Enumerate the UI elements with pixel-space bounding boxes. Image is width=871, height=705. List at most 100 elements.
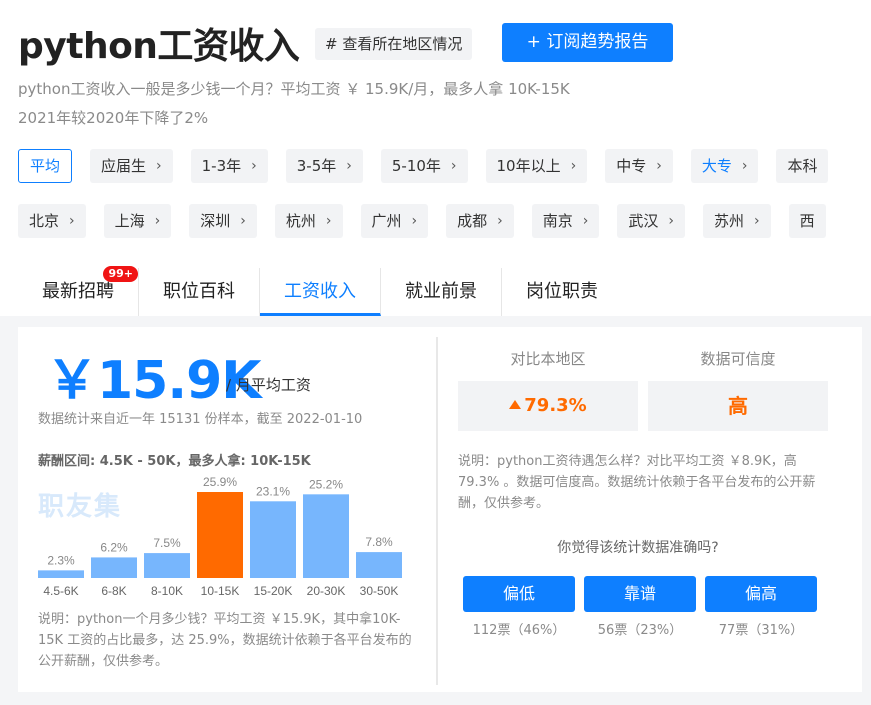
- chevron-right-icon: ›: [570, 158, 577, 174]
- city-chip-xi[interactable]: 西: [788, 204, 826, 238]
- salary-explanation: 说明：python一个月多少钱？平均工资 ￥15.9K，其中拿10K-15K 工…: [38, 612, 412, 669]
- tab-label: 最新招聘: [42, 281, 114, 302]
- city-chip-suzhou[interactable]: 苏州 ›: [703, 204, 771, 238]
- city-chip-guangzhou[interactable]: 广州 ›: [360, 204, 429, 238]
- salary-page: python工资收入 # 查看所在地区情况 + 订阅趋势报告 python工资收…: [0, 0, 871, 705]
- filter-chip-technical-school[interactable]: 中专 ›: [605, 149, 673, 183]
- reliability-value: 高: [648, 381, 828, 431]
- city-chip-chengdu[interactable]: 成都 ›: [446, 204, 514, 238]
- filter-chip-label: 3-5年: [296, 157, 337, 175]
- filter-chip-label: 中专: [616, 157, 647, 175]
- salary-unit: / 月平均工资: [226, 376, 311, 394]
- chart-category-label: 6-8K: [101, 584, 126, 598]
- chart-bar-10-15K: [197, 492, 243, 578]
- tab-label: 岗位职责: [526, 281, 598, 302]
- vote-low-button[interactable]: 偏低: [463, 576, 575, 612]
- chart-category-label: 8-10K: [151, 584, 183, 598]
- sample-note: 数据统计来自近一年 15131 份样本，截至 2022-01-10: [38, 412, 363, 427]
- filter-chip-label: 平均: [30, 157, 61, 175]
- chevron-right-icon: ›: [450, 158, 457, 174]
- compare-local-value: 79.3%: [458, 381, 638, 431]
- chevron-right-icon: ›: [325, 213, 332, 229]
- vote-low-count: 112票（46%）: [472, 623, 566, 638]
- tab-salary[interactable]: 工资收入: [260, 268, 381, 316]
- city-chip-label: 西: [799, 212, 815, 230]
- chart-bar-4.5-6K: [38, 570, 84, 578]
- chart-data-label: 2.3%: [47, 553, 75, 567]
- salary-distribution-chart: 2.3% 4.5-6K 6.2% 6-8K 7.5% 8-10K 25.9% 10-15K 23…: [38, 476, 402, 598]
- section-tabs: 最新招聘 99+ 职位百科 工资收入 就业前景 岗位职责: [18, 266, 622, 316]
- city-chip-hangzhou[interactable]: 杭州 ›: [274, 204, 343, 238]
- tab-label: 工资收入: [284, 281, 356, 302]
- chevron-right-icon: ›: [582, 213, 589, 229]
- compare-local-heading: 对比本地区: [510, 350, 586, 368]
- filter-chip-10-plus-years[interactable]: 10年以上 ›: [485, 149, 588, 183]
- page-title: python工资收入: [18, 26, 300, 67]
- chart-bar-30-50K: [356, 552, 402, 578]
- city-filter-row: 北京 › 上海 › 深圳 › 杭州 › 广州 › 成都 › 南京 › 武汉 › 苏州 › 西: [18, 204, 844, 238]
- tab-label: 职位百科: [163, 281, 235, 302]
- view-region-button[interactable]: # 查看所在地区情况: [315, 28, 473, 60]
- chart-category-label: 10-15K: [201, 584, 240, 598]
- city-chip-label: 深圳: [200, 212, 231, 230]
- chart-category-label: 15-20K: [254, 584, 293, 598]
- filter-chip-label: 大专: [701, 157, 732, 175]
- compare-percent: 79.3%: [524, 395, 587, 416]
- city-chip-label: 成都: [457, 212, 488, 230]
- vote-accurate-count: 56票（23%）: [597, 623, 683, 638]
- filter-chip-average[interactable]: 平均: [18, 149, 73, 183]
- salary-range: 薪酬区间: 4.5K - 50K，最多人拿: 10K-15K: [38, 454, 311, 469]
- city-chip-label: 苏州: [714, 212, 745, 230]
- card-divider: [436, 337, 438, 685]
- experience-filter-row: 平均 应届生 › 1-3年 › 3-5年 › 5-10年 › 10年以上 › 中专 › 大专…: [18, 149, 846, 183]
- chevron-right-icon: ›: [156, 158, 162, 174]
- filter-chip-label: 本科: [787, 157, 818, 175]
- city-chip-nanjing[interactable]: 南京 ›: [531, 204, 600, 238]
- chart-category-label: 20-30K: [307, 584, 346, 598]
- filter-chip-1-3-years[interactable]: 1-3年 ›: [190, 149, 268, 183]
- chart-data-label: 23.1%: [256, 484, 290, 498]
- city-chip-label: 广州: [371, 212, 402, 230]
- chart-data-label: 25.9%: [203, 476, 237, 489]
- tab-position-wiki[interactable]: 职位百科: [139, 268, 260, 316]
- chart-bar-8-10K: [144, 553, 190, 578]
- filter-chip-junior-college[interactable]: 大专 ›: [690, 149, 759, 183]
- chart-data-label: 25.2%: [309, 477, 343, 491]
- filter-chip-label: 1-3年: [201, 157, 242, 175]
- city-chip-wuhan[interactable]: 武汉 ›: [617, 204, 685, 238]
- reliability-heading: 数据可信度: [700, 350, 776, 368]
- tab-prospects[interactable]: 就业前景: [381, 268, 502, 316]
- city-chip-label: 南京: [542, 212, 573, 230]
- chevron-right-icon: ›: [656, 158, 662, 174]
- chart-bar-15-20K: [250, 501, 296, 578]
- tab-responsibilities[interactable]: 岗位职责: [502, 268, 622, 316]
- chart-data-label: 7.5%: [153, 536, 181, 550]
- vote-accurate-button[interactable]: 靠谱: [584, 576, 696, 612]
- chart-data-label: 6.2%: [100, 540, 128, 554]
- salary-summary: python工资收入一般是多少钱一个月？平均工资 ￥ 15.9K/月，最多人拿 …: [18, 80, 570, 98]
- chevron-right-icon: ›: [69, 213, 75, 229]
- chevron-right-icon: ›: [754, 213, 760, 229]
- tab-latest-jobs[interactable]: 最新招聘 99+: [18, 266, 139, 316]
- city-chip-label: 杭州: [285, 212, 316, 230]
- filter-chip-bachelor[interactable]: 本科: [776, 149, 829, 183]
- vote-high-button[interactable]: 偏高: [705, 576, 817, 612]
- city-chip-beijing[interactable]: 北京 ›: [18, 204, 86, 238]
- chevron-right-icon: ›: [741, 158, 748, 174]
- filter-chip-label: 应届生: [101, 157, 147, 175]
- chevron-right-icon: ›: [251, 158, 257, 174]
- chevron-right-icon: ›: [497, 213, 503, 229]
- city-chip-label: 上海: [114, 212, 145, 230]
- city-chip-shenzhen[interactable]: 深圳 ›: [189, 204, 257, 238]
- subscribe-report-button[interactable]: + 订阅趋势报告: [502, 23, 673, 62]
- filter-chip-graduate[interactable]: 应届生 ›: [90, 149, 173, 183]
- filter-chip-label: 5-10年: [391, 157, 441, 175]
- city-chip-label: 北京: [29, 212, 60, 230]
- filter-chip-3-5-years[interactable]: 3-5年 ›: [285, 149, 363, 183]
- new-jobs-badge: 99+: [103, 266, 138, 282]
- tab-label: 就业前景: [405, 281, 477, 302]
- filter-chip-5-10-years[interactable]: 5-10年 ›: [380, 149, 468, 183]
- chart-category-label: 30-50K: [360, 584, 399, 598]
- city-chip-shanghai[interactable]: 上海 ›: [103, 204, 172, 238]
- chevron-right-icon: ›: [668, 213, 674, 229]
